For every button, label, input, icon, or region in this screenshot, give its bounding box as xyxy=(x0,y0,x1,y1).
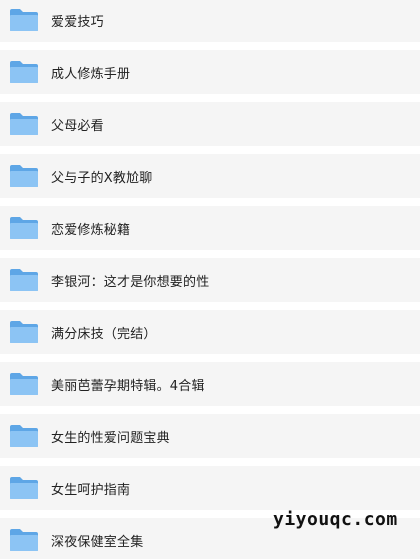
folder-icon xyxy=(9,8,39,32)
folder-icon xyxy=(9,476,39,500)
folder-list: 爱爱技巧 成人修炼手册 父母必看 父与子的X教尬聊 恋爱修炼秘籍 李银河：这才是… xyxy=(0,0,420,559)
folder-label: 恋爱修炼秘籍 xyxy=(51,222,131,238)
folder-icon xyxy=(9,216,39,240)
folder-row[interactable]: 爱爱技巧 xyxy=(0,0,420,42)
folder-row[interactable]: 女生的性爱问题宝典 xyxy=(0,414,420,458)
watermark: yiyouqc.com xyxy=(273,509,398,530)
folder-row[interactable]: 父与子的X教尬聊 xyxy=(0,154,420,198)
folder-label: 爱爱技巧 xyxy=(51,14,104,30)
folder-label: 深夜保健室全集 xyxy=(51,534,144,550)
folder-row[interactable]: 父母必看 xyxy=(0,102,420,146)
folder-row[interactable]: 满分床技（完结） xyxy=(0,310,420,354)
folder-label: 美丽芭蕾孕期特辑。4合辑 xyxy=(51,378,205,394)
folder-label: 女生呵护指南 xyxy=(51,482,131,498)
folder-row[interactable]: 女生呵护指南 xyxy=(0,466,420,510)
folder-icon xyxy=(9,372,39,396)
folder-row[interactable]: 李银河：这才是你想要的性 xyxy=(0,258,420,302)
folder-row[interactable]: 成人修炼手册 xyxy=(0,50,420,94)
folder-row[interactable]: 恋爱修炼秘籍 xyxy=(0,206,420,250)
folder-icon xyxy=(9,164,39,188)
folder-row[interactable]: 美丽芭蕾孕期特辑。4合辑 xyxy=(0,362,420,406)
folder-label: 父母必看 xyxy=(51,118,104,134)
folder-icon xyxy=(9,60,39,84)
folder-icon xyxy=(9,528,39,552)
folder-icon xyxy=(9,424,39,448)
folder-label: 满分床技（完结） xyxy=(51,326,157,342)
folder-label: 李银河：这才是你想要的性 xyxy=(51,274,210,290)
folder-icon xyxy=(9,268,39,292)
folder-icon xyxy=(9,112,39,136)
folder-label: 女生的性爱问题宝典 xyxy=(51,430,170,446)
folder-label: 父与子的X教尬聊 xyxy=(51,170,153,186)
folder-icon xyxy=(9,320,39,344)
folder-label: 成人修炼手册 xyxy=(51,66,131,82)
